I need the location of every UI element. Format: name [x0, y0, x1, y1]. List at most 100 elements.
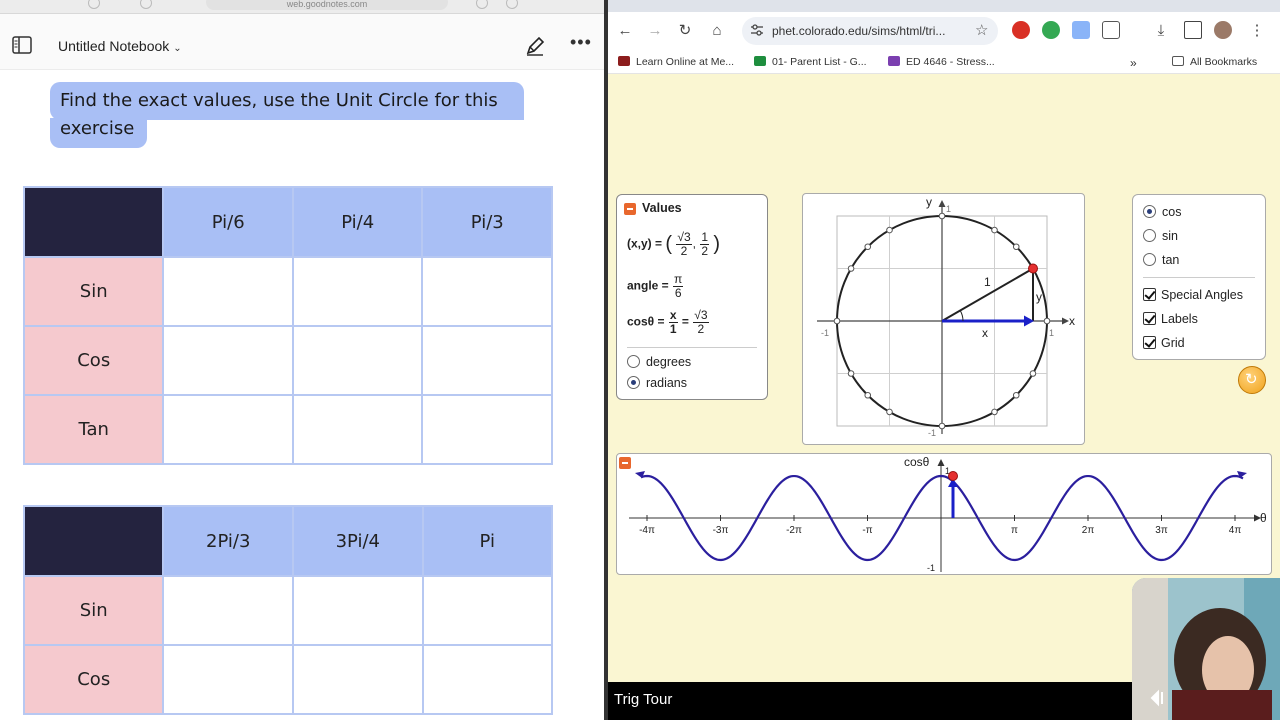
- radians-radio[interactable]: radians: [627, 376, 687, 390]
- row-header: Sin: [22, 575, 165, 646]
- comma: ,: [692, 236, 696, 251]
- grammarly-extension-icon[interactable]: [1042, 21, 1060, 39]
- bookmark-item[interactable]: Learn Online at Me...: [618, 56, 734, 68]
- special-angle-dot[interactable]: [886, 226, 893, 234]
- answer-cell[interactable]: [291, 256, 424, 327]
- notebook-title-dropdown[interactable]: Untitled Notebook ⌄: [58, 38, 182, 54]
- answer-cell[interactable]: [421, 644, 554, 715]
- forward-arrow-icon[interactable]: →: [644, 20, 666, 42]
- trig-table-2: 2Pi/3 3Pi/4 Pi Sin Cos: [22, 505, 554, 715]
- all-bookmarks-folder[interactable]: All Bookmarks: [1172, 56, 1257, 68]
- theta-axis-label: θ: [1260, 511, 1267, 525]
- degrees-radio[interactable]: degrees: [627, 355, 691, 369]
- special-angle-dot[interactable]: [864, 391, 872, 399]
- answer-cell[interactable]: [421, 325, 553, 396]
- puzzle-extensions-icon[interactable]: [1102, 21, 1120, 39]
- answer-cell[interactable]: [162, 256, 294, 327]
- side-panel-icon[interactable]: [1184, 21, 1202, 39]
- notes-url-bar[interactable]: web.goodnotes.com: [206, 0, 448, 10]
- answer-cell[interactable]: [421, 575, 554, 646]
- y-denominator: 2: [701, 244, 709, 258]
- special-angle-dot[interactable]: [833, 317, 841, 325]
- sin-radio[interactable]: sin: [1143, 229, 1178, 243]
- pen-icon[interactable]: [524, 35, 546, 57]
- special-angle-dot[interactable]: [991, 226, 998, 234]
- bookmark-label: ED 4646 - Stress...: [906, 56, 995, 68]
- share-icon[interactable]: [506, 0, 518, 9]
- tan-radio[interactable]: tan: [1143, 253, 1179, 267]
- chrome-menu-icon[interactable]: ⋮: [1246, 20, 1268, 42]
- special-angle-dot[interactable]: [847, 370, 855, 377]
- special-angle-dot[interactable]: [1012, 391, 1020, 399]
- special-angle-dot[interactable]: [1043, 317, 1051, 325]
- answer-cell[interactable]: [292, 575, 424, 646]
- answer-cell[interactable]: [162, 325, 294, 396]
- special-angle-dot[interactable]: [938, 212, 946, 220]
- bookmark-label: Learn Online at Me...: [636, 56, 735, 68]
- tab-icon[interactable]: [88, 0, 100, 9]
- unit-circle-svg[interactable]: x y 1 -1 1 -1 1 x y: [803, 194, 1086, 446]
- back-arrow-icon[interactable]: ←: [614, 20, 636, 42]
- answer-cell[interactable]: [162, 644, 295, 715]
- y-leg-label: y: [1036, 290, 1042, 304]
- graph-title: cosθ: [904, 455, 930, 469]
- bookmark-favicon: [618, 56, 630, 66]
- special-angle-dot[interactable]: [847, 265, 855, 272]
- angle-readout: angle = π6: [627, 273, 684, 300]
- bookmark-item[interactable]: ED 4646 - Stress...: [888, 56, 995, 68]
- site-settings-icon[interactable]: [750, 23, 764, 37]
- table-corner: [22, 505, 165, 577]
- reload-icon[interactable]: [476, 0, 488, 9]
- cos-graph-svg[interactable]: cosθ θ 1 -1 -4π -3π -2π -π π 2π 3π 4π: [617, 454, 1273, 576]
- answer-cell[interactable]: [292, 644, 424, 715]
- answer-cell[interactable]: [291, 394, 424, 465]
- bookmark-star-icon[interactable]: ☆: [975, 21, 988, 39]
- answer-cell[interactable]: [421, 256, 553, 327]
- special-angle-dot[interactable]: [1012, 243, 1020, 251]
- special-angle-dot[interactable]: [886, 408, 893, 416]
- values-collapse-icon[interactable]: [624, 203, 636, 215]
- answer-cell[interactable]: [291, 325, 424, 396]
- tan-option-label: tan: [1162, 253, 1180, 267]
- download-icon[interactable]: ⤓: [1150, 20, 1172, 42]
- graph-point-handle[interactable]: [948, 471, 958, 481]
- special-angles-checkbox[interactable]: Special Angles: [1143, 288, 1243, 302]
- more-options-icon[interactable]: •••: [570, 33, 592, 56]
- values-title: Values: [642, 201, 682, 215]
- graph-collapse-icon[interactable]: [619, 457, 631, 469]
- extension-icon[interactable]: [1072, 21, 1090, 39]
- address-bar[interactable]: phet.colorado.edu/sims/html/tri... ☆: [742, 17, 998, 45]
- cos-numerator-1: x: [668, 308, 678, 323]
- grid-checkbox[interactable]: Grid: [1143, 336, 1185, 350]
- cos-radio[interactable]: cos: [1143, 205, 1181, 219]
- table-row: Sin: [22, 575, 554, 646]
- bookmark-item[interactable]: 01- Parent List - G...: [754, 56, 867, 68]
- answer-cell[interactable]: [421, 394, 553, 465]
- back-icon[interactable]: [140, 0, 152, 9]
- answer-cell[interactable]: [162, 575, 295, 646]
- special-angle-dot[interactable]: [1029, 370, 1037, 377]
- special-angle-dot[interactable]: [991, 408, 998, 416]
- radio-button-icon: [1143, 229, 1156, 242]
- profile-avatar[interactable]: [1214, 21, 1232, 39]
- reset-all-button[interactable]: ↻: [1238, 366, 1266, 394]
- labels-checkbox[interactable]: Labels: [1143, 312, 1198, 326]
- equals-sign: =: [681, 314, 689, 329]
- tick-label-1: 1: [1049, 328, 1054, 338]
- tick-label-bottom: -1: [928, 428, 936, 438]
- answer-cell[interactable]: [162, 394, 294, 465]
- values-panel: Values (x,y) = ( √3 2, 12 ) angle = π6 co…: [616, 194, 768, 400]
- bookmarks-overflow-icon[interactable]: »: [1130, 56, 1137, 70]
- home-icon[interactable]: ⌂: [706, 20, 728, 42]
- reload-icon[interactable]: ↻: [674, 20, 696, 42]
- special-angle-dot[interactable]: [938, 422, 946, 430]
- theta-tick-label: π: [1011, 525, 1018, 536]
- sidebar-toggle-icon[interactable]: [12, 36, 32, 54]
- special-angle-dot[interactable]: [864, 243, 872, 251]
- paren-close: ): [713, 233, 721, 255]
- exercise-prompt: Find the exact values, use the Unit Circ…: [60, 90, 498, 139]
- angle-point-handle[interactable]: [1028, 263, 1038, 274]
- adblock-extension-icon[interactable]: [1012, 21, 1030, 39]
- table-row: Tan: [22, 394, 553, 465]
- xy-label: (x,y) =: [627, 236, 663, 251]
